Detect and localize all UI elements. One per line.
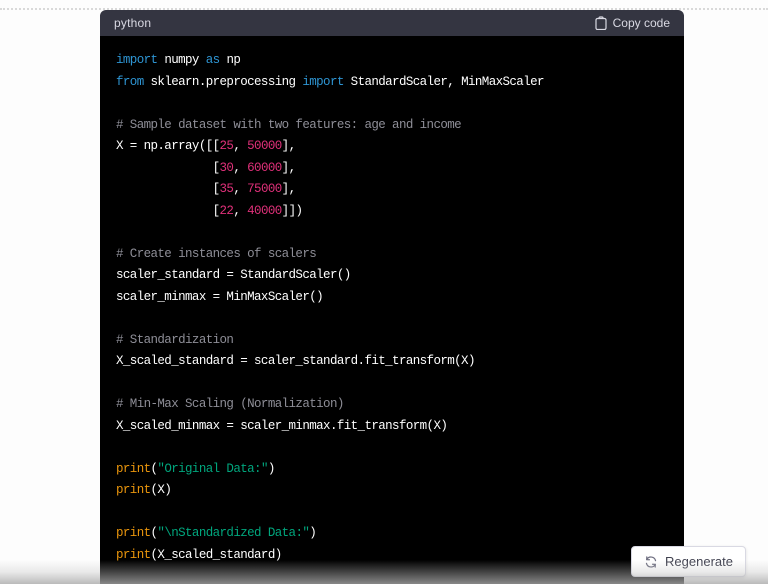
- code-token: scaler_minmax = MinMaxScaler(): [116, 289, 324, 304]
- code-token: # Sample dataset with two features: age …: [116, 117, 462, 132]
- code-token: "\nStandardized Data:": [157, 526, 310, 540]
- code-token: ): [309, 526, 317, 540]
- code-token: [: [116, 182, 221, 196]
- code-token: # Standardization: [116, 332, 234, 347]
- code-token: 35: [219, 182, 234, 196]
- code-line: from sklearn.preprocessing import Standa…: [116, 72, 668, 94]
- code-token: ],: [281, 160, 296, 175]
- code-token: numpy: [157, 53, 206, 67]
- code-token: X_scaled_minmax = scaler_minmax.fit_tran…: [116, 418, 448, 433]
- code-token: import: [302, 74, 344, 89]
- code-lines: import numpy as np from sklearn.preproces…: [116, 50, 668, 566]
- code-token: import: [116, 53, 158, 67]
- code-token: [: [116, 160, 221, 175]
- code-token: 40000: [247, 203, 282, 218]
- code-token: ,: [233, 203, 248, 218]
- code-token: X = np.array([[: [116, 139, 220, 153]
- code-token: StandardScaler, MinMaxScaler: [343, 74, 545, 89]
- code-token: sklearn.preprocessing: [143, 74, 303, 89]
- copy-code-button[interactable]: Copy code: [595, 16, 670, 30]
- code-line: print("Original Data:"): [116, 459, 668, 481]
- code-line: import numpy as np: [116, 50, 668, 72]
- code-line: [22, 40000]]): [116, 201, 668, 223]
- code-token: ],: [281, 182, 296, 196]
- code-line: X_scaled_minmax = scaler_minmax.fit_tran…: [116, 416, 668, 438]
- code-token: # Min-Max Scaling (Normalization): [116, 397, 344, 411]
- regenerate-icon: [644, 555, 658, 569]
- code-token: 50000: [247, 139, 282, 153]
- code-token: print: [116, 526, 151, 540]
- code-line: scaler_minmax = MinMaxScaler(): [116, 287, 668, 309]
- code-token: 22: [219, 203, 234, 218]
- code-token: print: [116, 461, 151, 476]
- code-token: ,: [233, 139, 248, 153]
- code-line: print(X_scaled_standard): [116, 545, 668, 567]
- code-line: [35, 75000],: [116, 179, 668, 201]
- code-token: 75000: [247, 182, 282, 196]
- code-area: import numpy as np from sklearn.preproces…: [100, 36, 684, 584]
- code-token: print: [116, 483, 151, 497]
- language-label: python: [114, 16, 152, 30]
- code-token: (X): [150, 483, 172, 497]
- code-line: print(X): [116, 480, 668, 502]
- code-line: # Min-Max Scaling (Normalization): [116, 394, 668, 416]
- code-token: 60000: [247, 160, 282, 175]
- code-token: scaler_standard = StandardScaler(): [116, 268, 351, 282]
- code-line: [30, 60000],: [116, 158, 668, 180]
- regenerate-label: Regenerate: [665, 554, 733, 569]
- code-token: X_scaled_standard = scaler_standard.fit_…: [116, 354, 475, 368]
- code-token: print: [116, 547, 151, 562]
- code-line: # Sample dataset with two features: age …: [116, 115, 668, 137]
- code-block: python Copy code import numpy as np from …: [100, 10, 684, 584]
- code-token: ,: [233, 160, 248, 175]
- code-token: (X_scaled_standard): [150, 547, 283, 562]
- code-line: scaler_standard = StandardScaler(): [116, 265, 668, 287]
- code-token: 30: [219, 160, 234, 175]
- code-token: [: [116, 203, 221, 218]
- code-token: from: [116, 74, 144, 89]
- code-line: X = np.array([[25, 50000],: [116, 136, 668, 158]
- page-background: { "code_block": { "language_label": "pyt…: [0, 0, 768, 584]
- code-token: 25: [219, 139, 234, 153]
- code-token: np: [219, 53, 241, 67]
- code-token: # Create instances of scalers: [116, 246, 317, 261]
- copy-code-label: Copy code: [612, 16, 670, 30]
- code-token: ],: [281, 139, 296, 153]
- code-header: python Copy code: [100, 10, 684, 36]
- clipboard-icon: [595, 16, 607, 30]
- code-token: ,: [233, 182, 248, 196]
- code-line: print("\nStandardized Data:"): [116, 523, 668, 545]
- code-line: # Standardization: [116, 330, 668, 352]
- code-token: "Original Data:": [157, 461, 268, 476]
- code-token: ]]): [281, 203, 303, 218]
- code-line: X_scaled_standard = scaler_standard.fit_…: [116, 351, 668, 373]
- code-line: # Create instances of scalers: [116, 244, 668, 266]
- code-token: as: [205, 53, 220, 67]
- code-token: ): [267, 461, 275, 476]
- regenerate-button[interactable]: Regenerate: [631, 546, 746, 577]
